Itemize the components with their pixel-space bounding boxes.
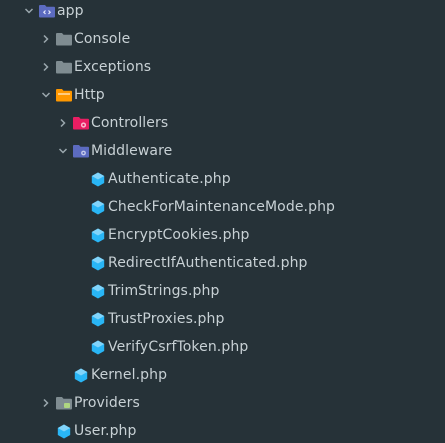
folder-icon bbox=[56, 59, 72, 75]
tree-item-label: app bbox=[57, 3, 84, 19]
tree-item-file[interactable]: TrustProxies.php bbox=[0, 305, 445, 333]
chevron-down-icon[interactable] bbox=[23, 5, 35, 17]
tree-item-kernel[interactable]: Kernel.php bbox=[0, 361, 445, 389]
tree-item-user[interactable]: User.php bbox=[0, 417, 445, 443]
tree-item-label: TrustProxies.php bbox=[108, 311, 225, 327]
folder-http-icon bbox=[56, 87, 72, 103]
tree-item-file[interactable]: RedirectIfAuthenticated.php bbox=[0, 249, 445, 277]
tree-item-label: Middleware bbox=[91, 143, 173, 159]
tree-item-file[interactable]: EncryptCookies.php bbox=[0, 221, 445, 249]
chevron-right-icon[interactable] bbox=[40, 33, 52, 45]
php-file-icon bbox=[90, 227, 106, 243]
folder-controllers-icon bbox=[73, 115, 89, 131]
tree-item-file[interactable]: VerifyCsrfToken.php bbox=[0, 333, 445, 361]
chevron-down-icon[interactable] bbox=[40, 89, 52, 101]
tree-item-label: Controllers bbox=[91, 115, 169, 131]
tree-item-http[interactable]: Http bbox=[0, 81, 445, 109]
php-file-icon bbox=[90, 171, 106, 187]
folder-providers-icon bbox=[56, 395, 72, 411]
php-file-icon bbox=[56, 423, 72, 439]
tree-item-providers[interactable]: Providers bbox=[0, 389, 445, 417]
tree-item-label: Kernel.php bbox=[91, 367, 168, 383]
chevron-right-icon[interactable] bbox=[57, 117, 69, 129]
folder-middleware-icon bbox=[73, 143, 89, 159]
php-file-icon bbox=[90, 283, 106, 299]
tree-item-file[interactable]: CheckForMaintenanceMode.php bbox=[0, 193, 445, 221]
file-tree: app Console Exceptions Http Controllers … bbox=[0, 0, 445, 443]
tree-item-file[interactable]: Authenticate.php bbox=[0, 165, 445, 193]
tree-item-label: CheckForMaintenanceMode.php bbox=[108, 199, 336, 215]
tree-item-label: Http bbox=[74, 87, 105, 103]
tree-item-label: Exceptions bbox=[74, 59, 152, 75]
php-file-icon bbox=[90, 339, 106, 355]
tree-item-label: EncryptCookies.php bbox=[108, 227, 250, 243]
tree-item-file[interactable]: TrimStrings.php bbox=[0, 277, 445, 305]
tree-item-label: VerifyCsrfToken.php bbox=[108, 339, 249, 355]
php-file-icon bbox=[90, 311, 106, 327]
tree-item-controllers[interactable]: Controllers bbox=[0, 109, 445, 137]
chevron-right-icon[interactable] bbox=[40, 61, 52, 73]
tree-item-label: TrimStrings.php bbox=[108, 283, 220, 299]
chevron-down-icon[interactable] bbox=[57, 145, 69, 157]
tree-item-exceptions[interactable]: Exceptions bbox=[0, 53, 445, 81]
tree-item-label: RedirectIfAuthenticated.php bbox=[108, 255, 308, 271]
php-file-icon bbox=[90, 255, 106, 271]
php-file-icon bbox=[73, 367, 89, 383]
chevron-right-icon[interactable] bbox=[40, 397, 52, 409]
tree-item-middleware[interactable]: Middleware bbox=[0, 137, 445, 165]
tree-item-label: Console bbox=[74, 31, 131, 47]
tree-item-console[interactable]: Console bbox=[0, 25, 445, 53]
tree-item-label: User.php bbox=[74, 423, 137, 439]
tree-item-app[interactable]: app bbox=[0, 0, 445, 25]
tree-item-label: Providers bbox=[74, 395, 140, 411]
folder-icon bbox=[56, 31, 72, 47]
php-file-icon bbox=[90, 199, 106, 215]
tree-item-label: Authenticate.php bbox=[108, 171, 231, 187]
folder-app-icon bbox=[39, 3, 55, 19]
